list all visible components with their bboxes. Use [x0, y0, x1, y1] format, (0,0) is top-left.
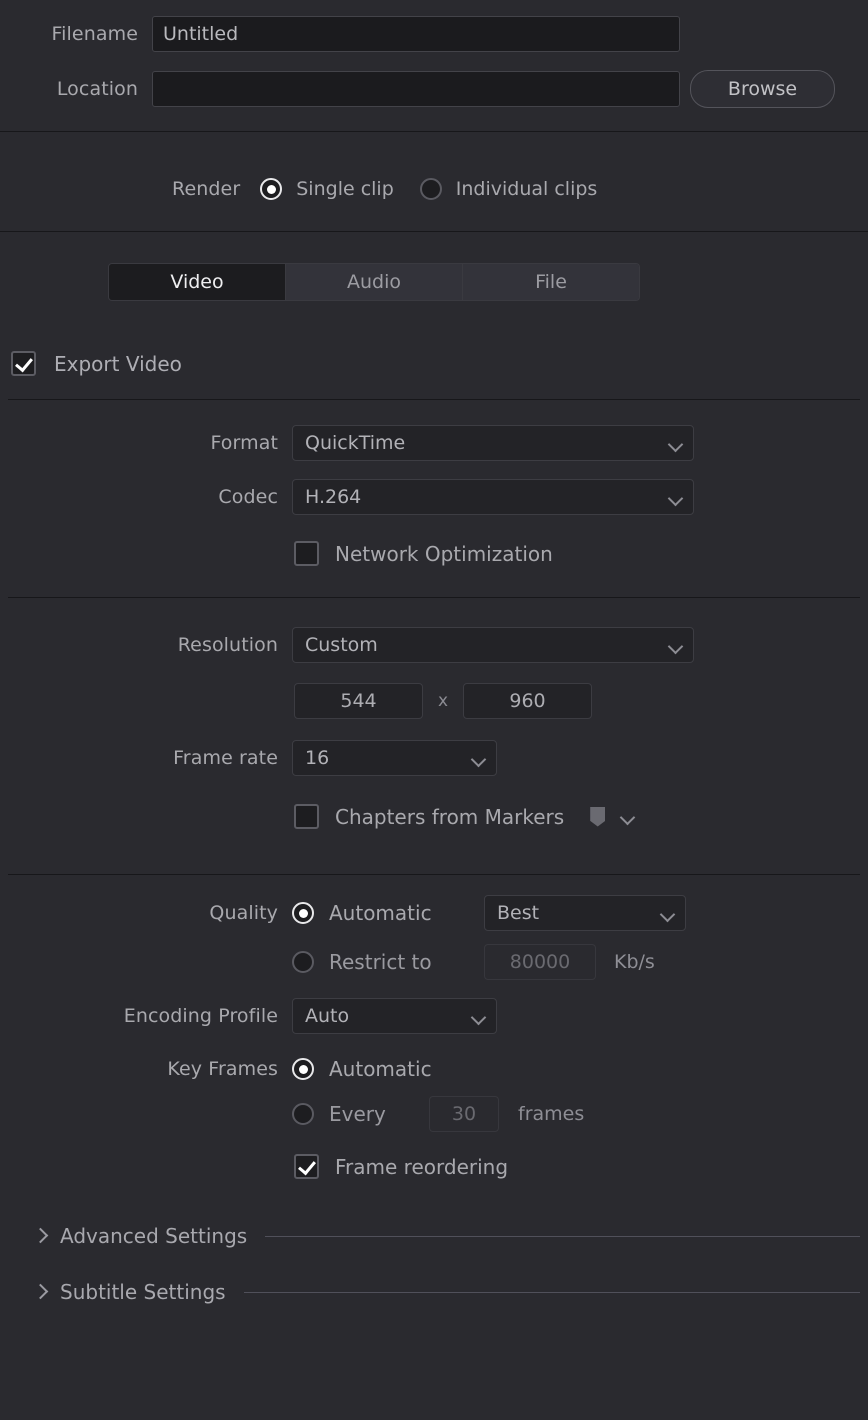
format-dropdown[interactable]: QuickTime: [292, 425, 694, 461]
chevron-down-icon: [669, 641, 683, 650]
resolution-height-input[interactable]: 960: [463, 683, 592, 719]
codec-label: Codec: [218, 486, 278, 508]
key-frames-row: Key Frames Automatic: [0, 1057, 868, 1081]
dimension-separator: x: [437, 691, 449, 711]
divider-format: [8, 597, 860, 598]
marker-color-chevron-down-icon[interactable]: [621, 812, 635, 821]
restrict-bitrate-unit: Kb/s: [614, 951, 655, 973]
marker-flag-icon[interactable]: [590, 806, 606, 827]
frame-reordering-checkbox[interactable]: [294, 1154, 319, 1179]
network-optimization-checkbox[interactable]: [294, 541, 319, 566]
key-frames-every-label: Every: [329, 1102, 386, 1126]
restrict-to-label: Restrict to: [329, 950, 432, 974]
format-label: Format: [210, 432, 278, 454]
tab-audio[interactable]: Audio: [286, 264, 463, 300]
quality-preset-value: Best: [497, 902, 540, 924]
render-tab-bar: Video Audio File: [108, 263, 640, 301]
chevron-down-icon: [669, 439, 683, 448]
codec-dropdown[interactable]: H.264: [292, 479, 694, 515]
chapters-from-markers-label: Chapters from Markers: [335, 804, 565, 829]
radio-single-clip[interactable]: [260, 178, 283, 200]
radio-single-clip-label: Single clip: [296, 178, 394, 200]
encoding-profile-label: Encoding Profile: [123, 1005, 278, 1027]
chevron-down-icon: [661, 909, 675, 918]
network-optimization-label: Network Optimization: [335, 541, 553, 566]
location-input[interactable]: [152, 71, 680, 107]
resolution-dimensions-row: 544 x 960: [294, 683, 592, 719]
encoding-profile-value: Auto: [305, 1005, 350, 1027]
chevron-down-icon: [669, 493, 683, 502]
chevron-down-icon: [472, 754, 486, 763]
browse-button[interactable]: Browse: [690, 70, 835, 108]
frame-rate-value: 16: [305, 747, 330, 769]
chevron-right-icon: [34, 1286, 46, 1298]
section-subtitle-settings[interactable]: Subtitle Settings: [34, 1280, 860, 1304]
export-video-label: Export Video: [54, 351, 182, 376]
encoding-profile-row: Encoding Profile Auto: [0, 998, 868, 1034]
render-settings-panel: Filename Untitled Location Browse Render…: [0, 0, 868, 1420]
location-label: Location: [56, 78, 138, 100]
section-advanced-settings[interactable]: Advanced Settings: [34, 1224, 860, 1248]
divider-top: [0, 131, 868, 132]
key-frames-every-row: Every 30 frames: [292, 1096, 584, 1132]
tab-file[interactable]: File: [463, 264, 639, 300]
quality-automatic-label: Automatic: [329, 901, 432, 925]
section-divider-line: [243, 1291, 860, 1293]
quality-preset-dropdown[interactable]: Best: [484, 895, 686, 931]
format-value: QuickTime: [305, 432, 406, 454]
export-video-row: Export Video: [11, 351, 182, 376]
restrict-to-row: Restrict to 80000 Kb/s: [292, 944, 655, 980]
resolution-dropdown[interactable]: Custom: [292, 627, 694, 663]
key-frames-interval-input[interactable]: 30: [429, 1096, 499, 1132]
filename-row: Filename Untitled: [0, 16, 868, 52]
radio-quality-automatic[interactable]: [292, 902, 314, 924]
chapters-from-markers-row: Chapters from Markers: [294, 804, 635, 829]
encoding-profile-dropdown[interactable]: Auto: [292, 998, 497, 1034]
radio-quality-restrict[interactable]: [292, 951, 314, 973]
codec-value: H.264: [305, 486, 362, 508]
section-divider-line: [265, 1235, 860, 1237]
frame-reordering-row: Frame reordering: [294, 1154, 508, 1179]
filename-label: Filename: [51, 23, 138, 45]
frame-rate-row: Frame rate 16: [0, 740, 868, 776]
resolution-row: Resolution Custom: [0, 627, 868, 663]
key-frames-unit: frames: [518, 1103, 585, 1125]
divider-render: [0, 231, 868, 232]
network-optimization-row: Network Optimization: [294, 541, 553, 566]
chapters-from-markers-checkbox[interactable]: [294, 804, 319, 829]
section-subtitle-settings-label: Subtitle Settings: [60, 1280, 226, 1304]
radio-key-frames-every[interactable]: [292, 1103, 314, 1125]
divider-resolution: [8, 874, 860, 875]
radio-individual-clips[interactable]: [419, 178, 442, 200]
render-mode-row: Render Single clip Individual clips: [0, 178, 868, 200]
filename-input[interactable]: Untitled: [152, 16, 680, 52]
resolution-value: Custom: [305, 634, 378, 656]
quality-label: Quality: [209, 902, 278, 924]
key-frames-label: Key Frames: [167, 1058, 278, 1080]
location-row: Location Browse: [0, 70, 868, 108]
export-video-checkbox[interactable]: [11, 351, 36, 376]
resolution-label: Resolution: [177, 634, 278, 656]
section-advanced-settings-label: Advanced Settings: [60, 1224, 248, 1248]
key-frames-automatic-label: Automatic: [329, 1057, 432, 1081]
render-mode-label: Render: [172, 178, 241, 200]
quality-row: Quality Automatic Best: [0, 895, 868, 931]
format-row: Format QuickTime: [0, 425, 868, 461]
chevron-down-icon: [472, 1012, 486, 1021]
chevron-right-icon: [34, 1230, 46, 1242]
divider-export-video: [8, 399, 860, 400]
radio-individual-clips-label: Individual clips: [455, 178, 598, 200]
codec-row: Codec H.264: [0, 479, 868, 515]
resolution-width-input[interactable]: 544: [294, 683, 423, 719]
radio-key-frames-automatic[interactable]: [292, 1058, 314, 1080]
frame-reordering-label: Frame reordering: [335, 1154, 509, 1179]
frame-rate-dropdown[interactable]: 16: [292, 740, 497, 776]
frame-rate-label: Frame rate: [173, 747, 278, 769]
tab-video[interactable]: Video: [109, 264, 286, 300]
restrict-bitrate-input[interactable]: 80000: [484, 944, 596, 980]
